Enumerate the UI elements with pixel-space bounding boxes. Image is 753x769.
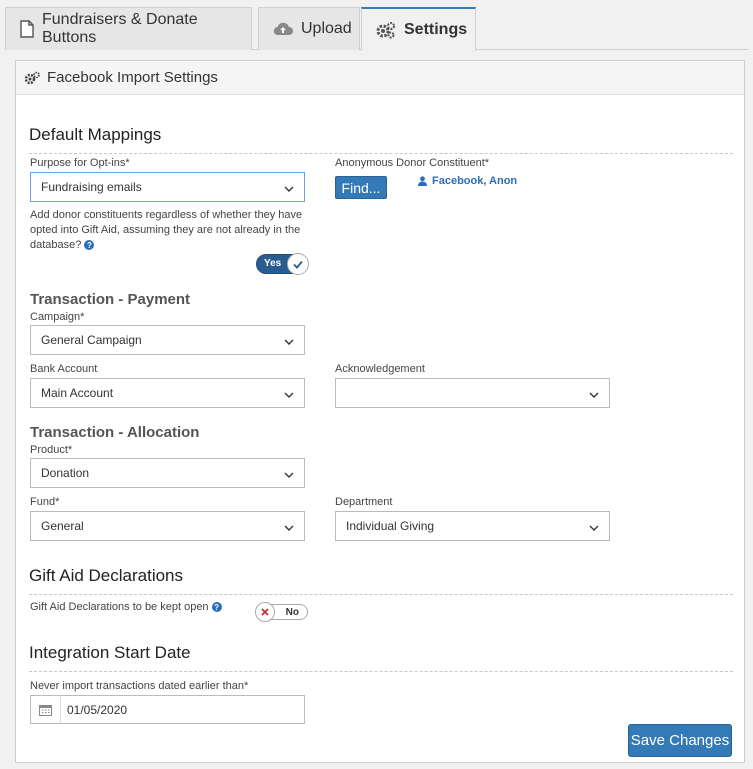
close-icon [255,602,275,622]
section-divider [29,153,733,154]
gift-aid-kept-open-text: Gift Aid Declarations to be kept open [30,601,209,613]
acknowledgement-select[interactable] [335,378,610,408]
fund-value: General [41,519,84,533]
gift-aid-note-text: Add donor constituents regardless of whe… [30,209,303,251]
fund-label: Fund* [30,496,60,508]
purpose-value: Fundraising emails [41,180,142,194]
chevron-down-icon [589,388,599,402]
product-value: Donation [41,466,90,480]
start-date-value: 01/05/2020 [67,702,128,717]
toggle-label: Yes [264,258,282,269]
product-select[interactable]: Donation [30,458,305,488]
find-button[interactable]: Find... [335,176,387,199]
section-title-integration: Integration Start Date [29,643,191,662]
campaign-select[interactable]: General Campaign [30,325,305,355]
user-icon [418,176,427,186]
tab-fundraisers[interactable]: Fundraisers & Donate Buttons [5,7,252,50]
chevron-down-icon [284,182,294,196]
tab-label: Fundraisers & Donate Buttons [42,11,198,46]
settings-panel: Facebook Import Settings Default Mapping… [15,60,745,763]
section-title-default-mappings: Default Mappings [29,125,162,144]
chevron-down-icon [284,388,294,402]
gift-aid-kept-open-toggle[interactable]: No [255,602,308,622]
chevron-down-icon [284,335,294,349]
campaign-label: Campaign* [30,311,85,323]
bank-account-value: Main Account [41,386,114,400]
file-icon [20,20,34,38]
purpose-select[interactable]: Fundraising emails [30,172,305,202]
tab-bar: Fundraisers & Donate Buttons Upload Sett… [5,7,748,51]
calendar-icon[interactable] [31,696,61,723]
tab-upload[interactable]: Upload [258,7,360,50]
gears-icon [24,71,40,85]
check-icon [287,253,309,275]
add-donors-toggle[interactable]: Yes [256,253,309,275]
chevron-down-icon [284,468,294,482]
section-title-gift-aid: Gift Aid Declarations [29,566,184,585]
fund-select[interactable]: General [30,511,305,541]
bank-account-label: Bank Account [30,363,98,375]
panel-title: Facebook Import Settings [47,69,218,86]
tab-settings[interactable]: Settings [361,7,476,51]
section-title-allocation: Transaction - Allocation [30,424,200,441]
department-value: Individual Giving [346,519,435,533]
department-label: Department [335,496,393,508]
chevron-down-icon [589,521,599,535]
department-select[interactable]: Individual Giving [335,511,610,541]
gears-icon [376,21,396,39]
toggle-label: No [285,607,299,618]
help-icon[interactable]: ? [211,602,222,613]
donor-label: Anonymous Donor Constituent* [335,157,490,169]
section-divider [29,594,733,595]
gift-aid-note: Add donor constituents regardless of whe… [30,208,315,253]
product-label: Product* [30,444,73,456]
gift-aid-kept-open-label: Gift Aid Declarations to be kept open? [30,601,222,613]
save-changes-button[interactable]: Save Changes [628,724,732,757]
tab-label: Upload [301,20,352,37]
chevron-down-icon [284,521,294,535]
donor-name: Facebook, Anon [432,175,518,187]
tab-label: Settings [404,21,468,38]
acknowledgement-label: Acknowledgement [335,363,425,375]
section-title-payment: Transaction - Payment [30,291,191,308]
start-date-label: Never import transactions dated earlier … [30,680,249,692]
bank-account-select[interactable]: Main Account [30,378,305,408]
purpose-label: Purpose for Opt-ins* [30,157,130,169]
section-divider [29,671,733,672]
cloud-upload-icon [273,21,293,37]
donor-link[interactable]: Facebook, Anon [418,175,517,187]
start-date-input[interactable]: 01/05/2020 [30,695,305,724]
panel-header: Facebook Import Settings [16,61,744,95]
help-icon[interactable]: ? [84,240,95,251]
campaign-value: General Campaign [41,333,142,347]
